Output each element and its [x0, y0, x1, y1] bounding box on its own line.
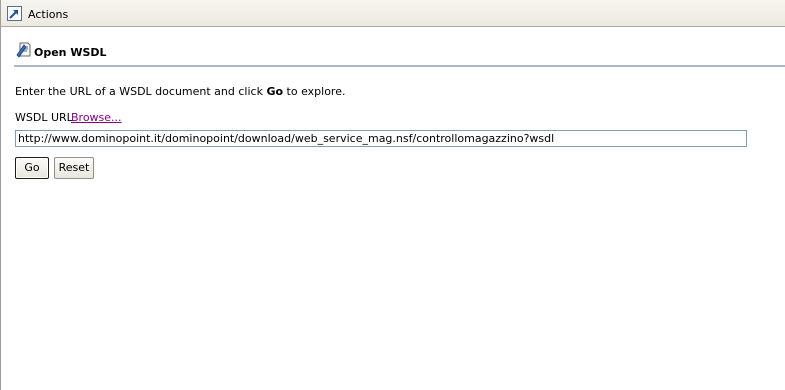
instructions-text: Enter the URL of a WSDL document and cli…	[15, 85, 345, 98]
titlebar-title: Actions	[28, 8, 69, 21]
instructions-before: Enter the URL of a WSDL document and cli…	[15, 85, 267, 98]
section-divider	[14, 65, 785, 67]
wsdl-url-input[interactable]	[15, 130, 747, 147]
browse-link[interactable]: Browse...	[71, 111, 122, 124]
titlebar: Actions	[1, 0, 785, 27]
reset-button[interactable]: Reset	[54, 157, 94, 179]
instructions-after: to explore.	[283, 85, 346, 98]
wsdl-document-icon	[16, 41, 33, 58]
section-title: Open WSDL	[34, 46, 107, 59]
instructions-go-emphasis: Go	[266, 85, 284, 98]
go-button[interactable]: Go	[15, 157, 49, 179]
section-header: Open WSDL	[14, 41, 785, 67]
wsdl-url-label: WSDL URL	[15, 111, 73, 124]
arrow-action-icon	[7, 6, 22, 21]
actions-window: Actions Open WSDL Enter the URL of a WSD…	[0, 0, 785, 390]
